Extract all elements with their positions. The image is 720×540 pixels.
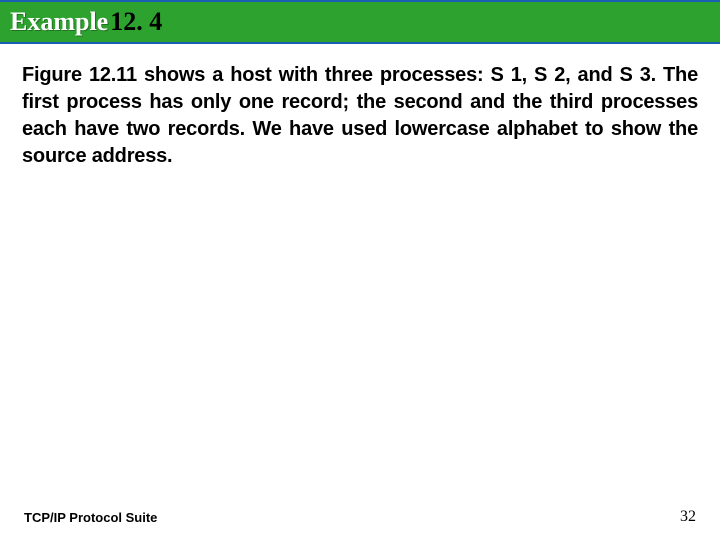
footer-book-title: TCP/IP Protocol Suite <box>24 510 157 525</box>
footer: TCP/IP Protocol Suite 32 <box>0 508 720 526</box>
body-paragraph: Figure 12.11 shows a host with three pro… <box>0 44 720 170</box>
page-number: 32 <box>680 508 696 526</box>
title-suffix: 12. 4 <box>110 7 162 37</box>
slide-title-bar: Example 12. 4 <box>0 0 720 44</box>
title-prefix: Example <box>10 7 108 37</box>
